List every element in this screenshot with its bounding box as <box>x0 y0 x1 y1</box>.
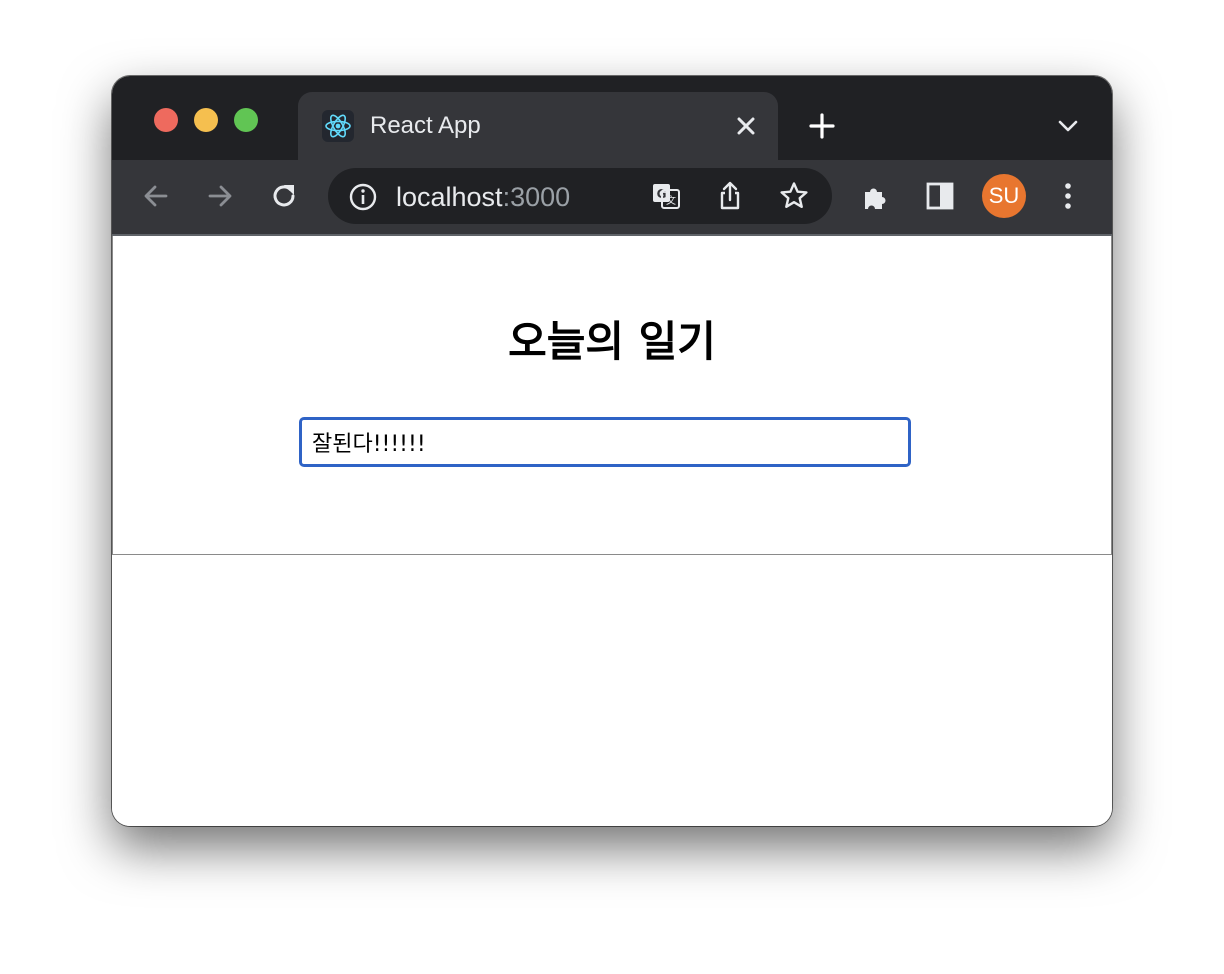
reload-icon[interactable] <box>268 180 300 212</box>
chevron-down-icon[interactable] <box>1056 114 1080 138</box>
url-text: localhost:3000 <box>396 182 570 212</box>
tab-title: React App <box>370 112 481 139</box>
url-port: :3000 <box>502 182 571 212</box>
close-icon[interactable] <box>732 112 760 140</box>
avatar[interactable]: SU <box>982 174 1026 218</box>
close-window-button[interactable] <box>154 108 178 132</box>
star-icon[interactable] <box>778 180 810 212</box>
arrow-left-icon[interactable] <box>140 180 172 212</box>
minimize-window-button[interactable] <box>194 108 218 132</box>
react-logo-icon <box>322 110 354 142</box>
maximize-window-button[interactable] <box>234 108 258 132</box>
url-host: localhost <box>396 182 503 212</box>
side-panel-icon[interactable] <box>924 180 956 212</box>
page-title: 오늘의 일기 <box>508 317 716 366</box>
browser-toolbar: localhost:3000 G 文 SU <box>112 160 1112 236</box>
browser-window: React App localhost:3000 G 文 SU 오늘의 일기 잘… <box>112 76 1112 826</box>
page-viewport: 오늘의 일기 <box>112 236 1112 826</box>
tab-react-app[interactable]: React App <box>298 92 778 160</box>
arrow-right-icon[interactable] <box>204 180 236 212</box>
address-bar[interactable]: localhost:3000 G 文 <box>328 168 832 224</box>
info-icon[interactable] <box>348 182 378 212</box>
translate-icon[interactable]: G 文 <box>650 180 682 212</box>
diary-author-input[interactable] <box>299 417 911 467</box>
share-icon[interactable] <box>714 180 746 212</box>
plus-icon[interactable] <box>808 112 836 140</box>
diary-editor: 오늘의 일기 <box>112 236 1112 555</box>
svg-text:文: 文 <box>666 194 676 207</box>
kebab-menu-icon[interactable] <box>1052 180 1084 212</box>
tab-strip: React App <box>112 76 1112 160</box>
puzzle-icon[interactable] <box>860 180 892 212</box>
